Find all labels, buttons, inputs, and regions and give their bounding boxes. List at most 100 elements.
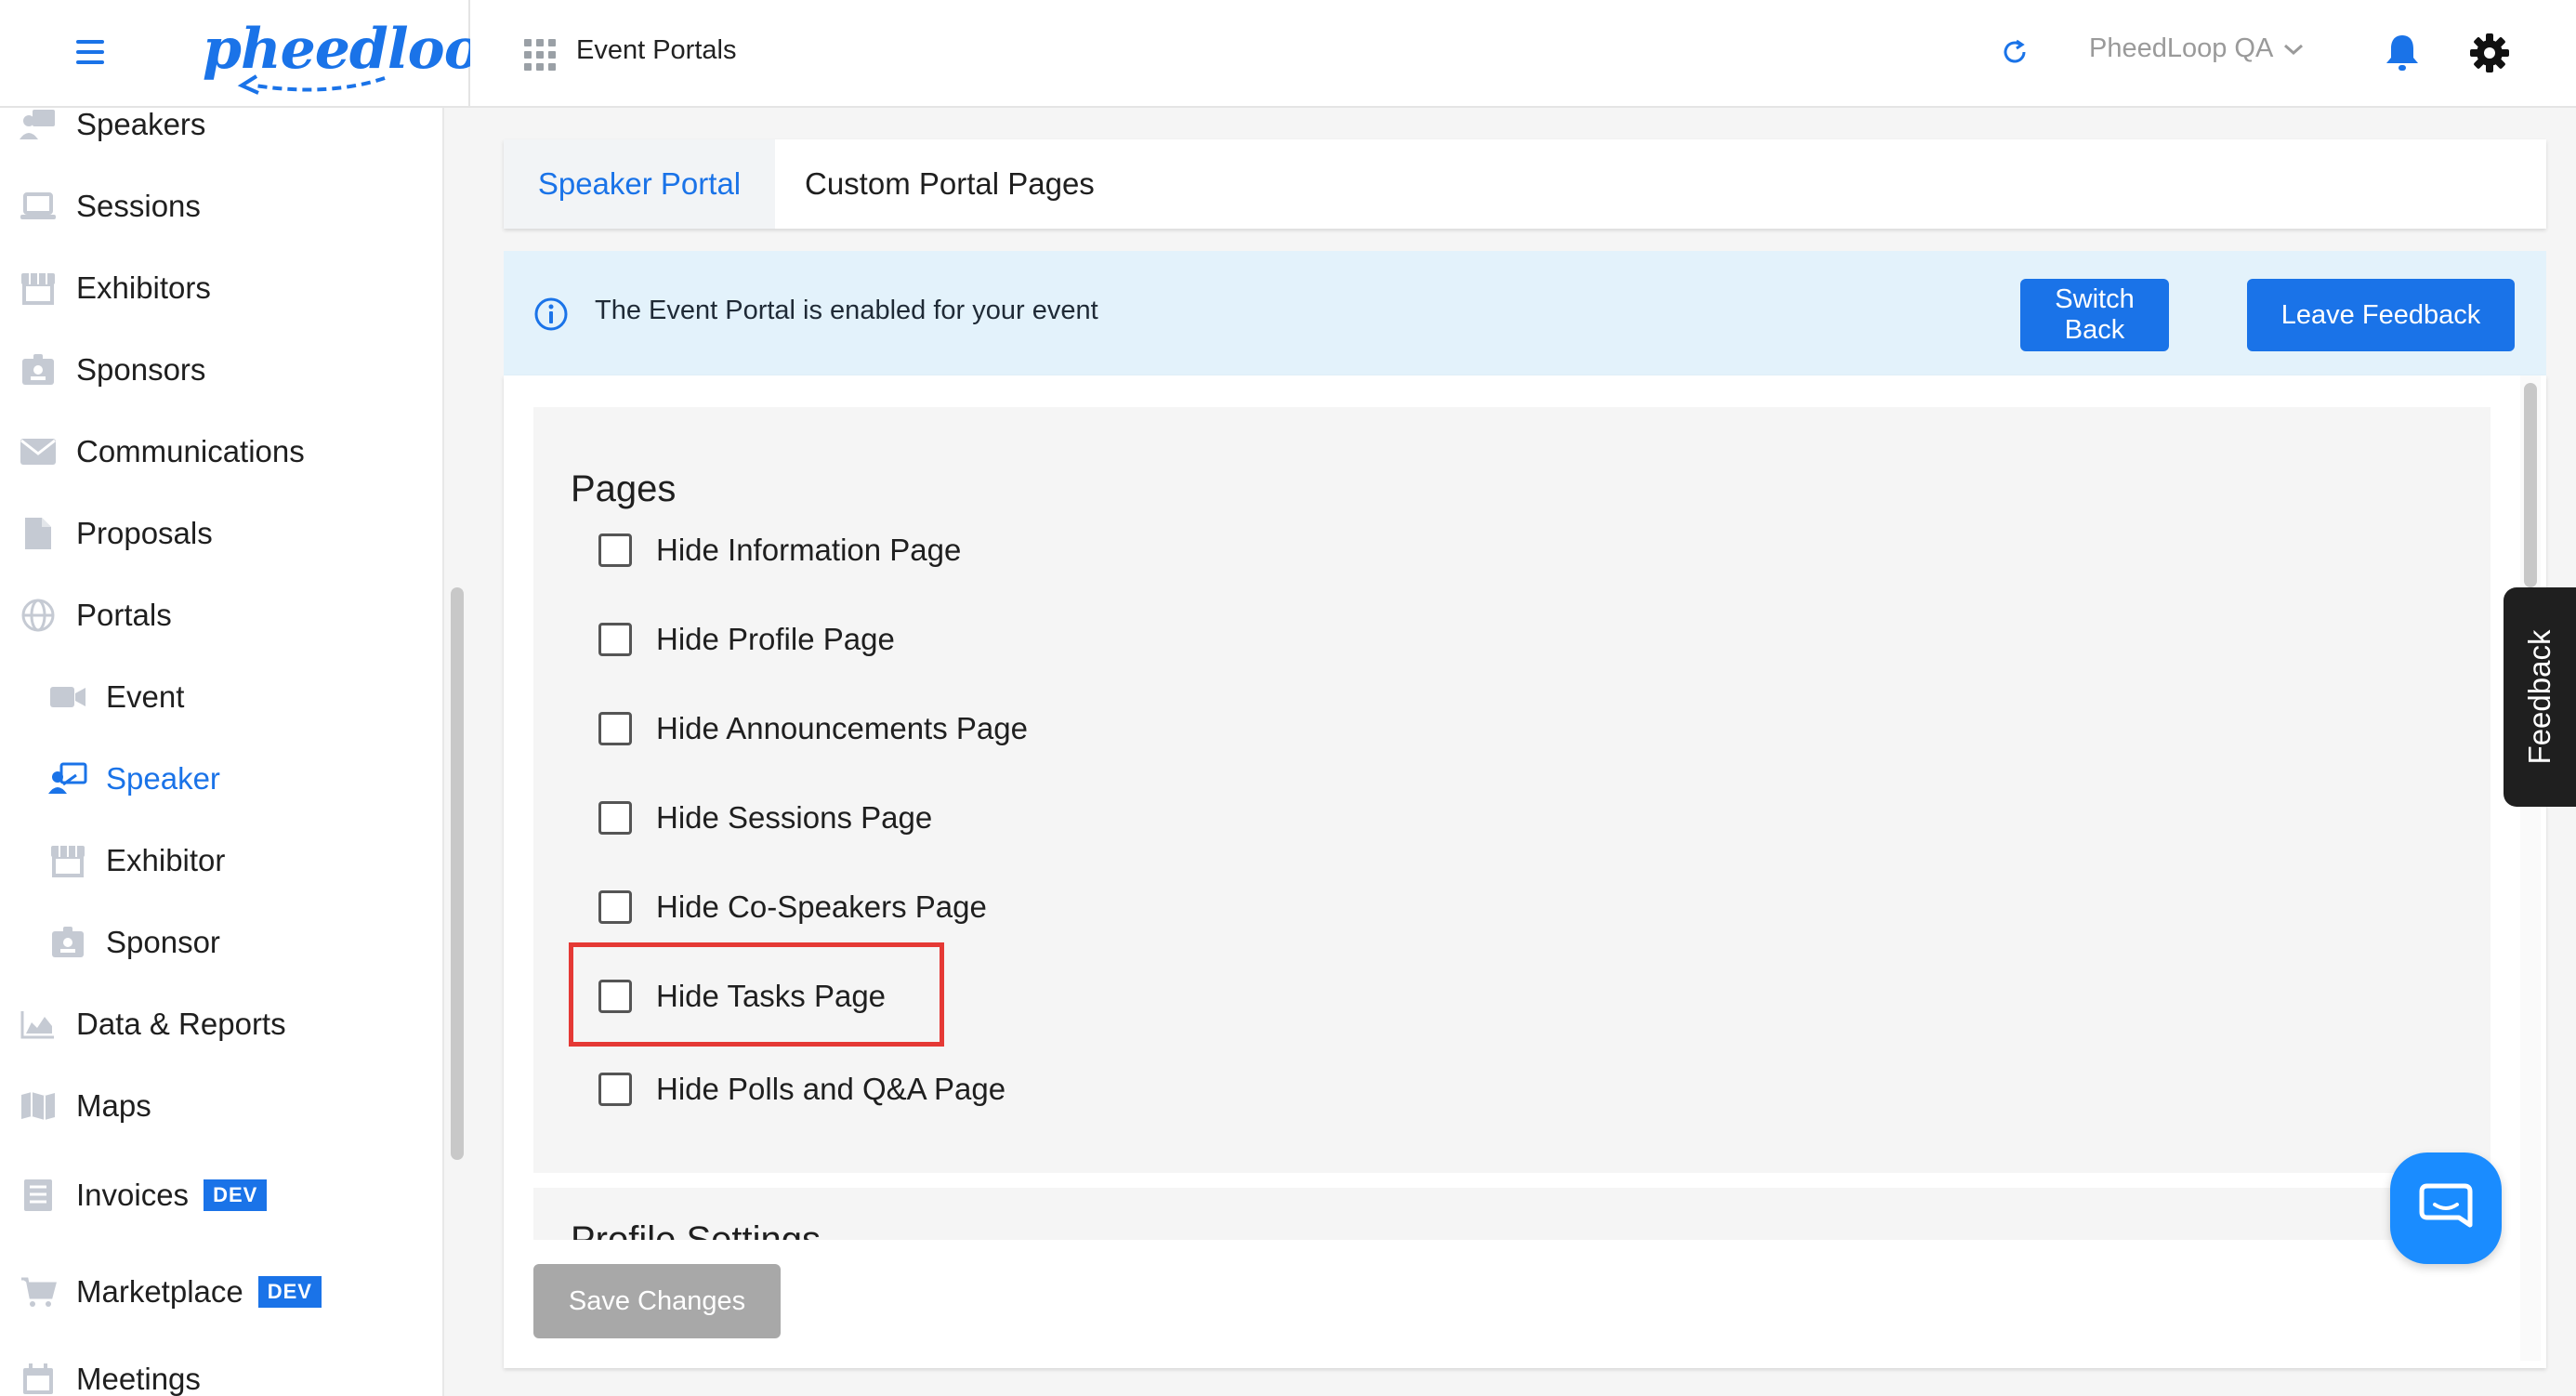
tab-speaker-portal[interactable]: Speaker Portal — [504, 139, 775, 229]
bell-icon[interactable] — [2383, 32, 2422, 74]
sidebar-item-label: Speakers — [76, 108, 206, 141]
info-banner: The Event Portal is enabled for your eve… — [504, 251, 2546, 375]
checkbox[interactable] — [598, 712, 632, 745]
sidebar-item-exhibitors[interactable]: Exhibitors — [0, 260, 211, 316]
feedback-side-tab[interactable]: Feedback — [2504, 587, 2576, 807]
storefront-icon — [19, 270, 58, 307]
checkbox-label: Hide Tasks Page — [656, 979, 887, 1013]
checkbox[interactable] — [598, 533, 632, 567]
sidebar-item-communications[interactable]: Communications — [0, 424, 305, 480]
sidebar-item-event[interactable]: Event — [0, 669, 184, 725]
sidebar-item-label: Invoices — [76, 1178, 190, 1212]
page-title: Event Portals — [576, 35, 737, 65]
settings-card: Pages Hide Information Page Hide Profile… — [504, 375, 2546, 1368]
pheedloop-logo[interactable]: pheedloop — [203, 13, 519, 95]
switch-back-button[interactable]: Switch Back — [2020, 279, 2169, 351]
laptop-icon — [19, 188, 58, 225]
sidebar-scrollbar[interactable] — [451, 587, 464, 1160]
dev-badge: DEV — [204, 1179, 268, 1211]
sidebar-item-label: Data & Reports — [76, 1007, 286, 1041]
checkbox-label: Hide Polls and Q&A Page — [656, 1072, 1006, 1106]
checkbox-label: Hide Information Page — [656, 533, 962, 567]
gear-icon[interactable] — [2468, 32, 2511, 74]
sidebar: Speakers Sessions Exhibitors Sponsors Co… — [0, 108, 444, 1396]
hide-co-speakers-page-option[interactable]: Hide Co-Speakers Page — [598, 885, 987, 929]
document-icon — [19, 515, 58, 552]
chevron-down-icon — [2284, 44, 2304, 55]
checkbox-label: Hide Announcements Page — [656, 711, 1028, 745]
info-icon — [534, 297, 568, 331]
sidebar-item-label: Marketplace — [76, 1274, 243, 1309]
sidebar-item-label: Exhibitors — [76, 270, 211, 305]
refresh-icon[interactable] — [1998, 35, 2031, 69]
chart-icon — [19, 1006, 58, 1043]
profile-settings-title: Profile Settings — [571, 1219, 821, 1240]
sidebar-item-sponsors[interactable]: Sponsors — [0, 342, 205, 398]
sidebar-item-marketplace[interactable]: Marketplace DEV — [0, 1264, 322, 1320]
tab-custom-portal-pages[interactable]: Custom Portal Pages — [805, 139, 1095, 229]
hamburger-menu-icon[interactable] — [76, 40, 104, 66]
sidebar-item-label: Event — [106, 679, 185, 714]
badge-icon — [19, 351, 58, 389]
sidebar-item-meetings[interactable]: Meetings — [0, 1351, 201, 1396]
checkbox[interactable] — [598, 890, 632, 924]
organization-name: PheedLoop QA — [2089, 33, 2274, 63]
save-changes-button[interactable]: Save Changes — [533, 1264, 781, 1338]
storefront-icon — [48, 842, 87, 879]
badge-icon — [48, 924, 87, 961]
feedback-tab-label: Feedback — [2522, 629, 2556, 765]
hide-tasks-page-option[interactable]: Hide Tasks Page — [598, 974, 886, 1019]
organization-select[interactable]: PheedLoop QA — [2089, 33, 2305, 64]
chat-launcher-button[interactable] — [2390, 1152, 2502, 1264]
logo-arrow-icon — [237, 74, 386, 95]
hide-announcements-page-option[interactable]: Hide Announcements Page — [598, 706, 1028, 751]
pages-title: Pages — [571, 468, 677, 509]
top-bar: Event Portals PheedLoop QA — [470, 0, 2576, 108]
calendar-icon — [19, 1361, 58, 1396]
hide-sessions-page-option[interactable]: Hide Sessions Page — [598, 796, 932, 840]
envelope-icon — [19, 433, 58, 470]
sidebar-item-label: Sponsor — [106, 925, 220, 959]
hide-polls-qa-page-option[interactable]: Hide Polls and Q&A Page — [598, 1067, 1005, 1112]
sidebar-item-label: Exhibitor — [106, 843, 226, 877]
banner-text: The Event Portal is enabled for your eve… — [595, 296, 1098, 325]
logo-area: pheedloop — [0, 0, 519, 108]
sidebar-item-maps[interactable]: Maps — [0, 1078, 151, 1134]
checkbox[interactable] — [598, 801, 632, 835]
sidebar-item-proposals[interactable]: Proposals — [0, 506, 213, 561]
map-icon — [19, 1087, 58, 1125]
globe-icon — [19, 597, 58, 634]
sidebar-item-label: Speaker — [106, 761, 220, 796]
sidebar-item-portals[interactable]: Portals — [0, 587, 172, 643]
leave-feedback-button[interactable]: Leave Feedback — [2247, 279, 2515, 351]
profile-settings-section: Profile Settings — [533, 1188, 2491, 1240]
sidebar-item-label: Maps — [76, 1088, 151, 1123]
sidebar-item-sessions[interactable]: Sessions — [0, 178, 201, 234]
sidebar-item-label: Meetings — [76, 1362, 201, 1396]
checkbox[interactable] — [598, 1073, 632, 1106]
speakers-icon — [19, 108, 58, 143]
sidebar-item-data-reports[interactable]: Data & Reports — [0, 996, 286, 1052]
video-icon — [48, 678, 87, 716]
content-scrollbar[interactable] — [2524, 383, 2537, 587]
cart-icon — [19, 1273, 58, 1310]
portal-tabs: Speaker Portal Custom Portal Pages — [504, 139, 2546, 229]
sidebar-item-label: Communications — [76, 434, 305, 468]
hide-information-page-option[interactable]: Hide Information Page — [598, 528, 961, 573]
checkbox-label: Hide Profile Page — [656, 622, 895, 656]
invoice-icon — [19, 1177, 58, 1214]
chat-icon — [2419, 1183, 2473, 1228]
sidebar-item-speakers[interactable]: Speakers — [0, 108, 205, 152]
sidebar-item-speaker[interactable]: Speaker — [0, 751, 220, 807]
hide-profile-page-option[interactable]: Hide Profile Page — [598, 617, 895, 662]
pages-section: Pages Hide Information Page Hide Profile… — [533, 407, 2491, 1173]
checkbox[interactable] — [598, 980, 632, 1013]
presenter-icon — [48, 760, 87, 797]
sidebar-item-exhibitor[interactable]: Exhibitor — [0, 833, 225, 889]
apps-grid-icon[interactable] — [524, 39, 556, 71]
sidebar-item-sponsor[interactable]: Sponsor — [0, 915, 220, 970]
dev-badge: DEV — [257, 1276, 322, 1308]
checkbox[interactable] — [598, 623, 632, 656]
sidebar-item-invoices[interactable]: Invoices DEV — [0, 1167, 268, 1223]
sidebar-item-label: Sponsors — [76, 352, 206, 387]
